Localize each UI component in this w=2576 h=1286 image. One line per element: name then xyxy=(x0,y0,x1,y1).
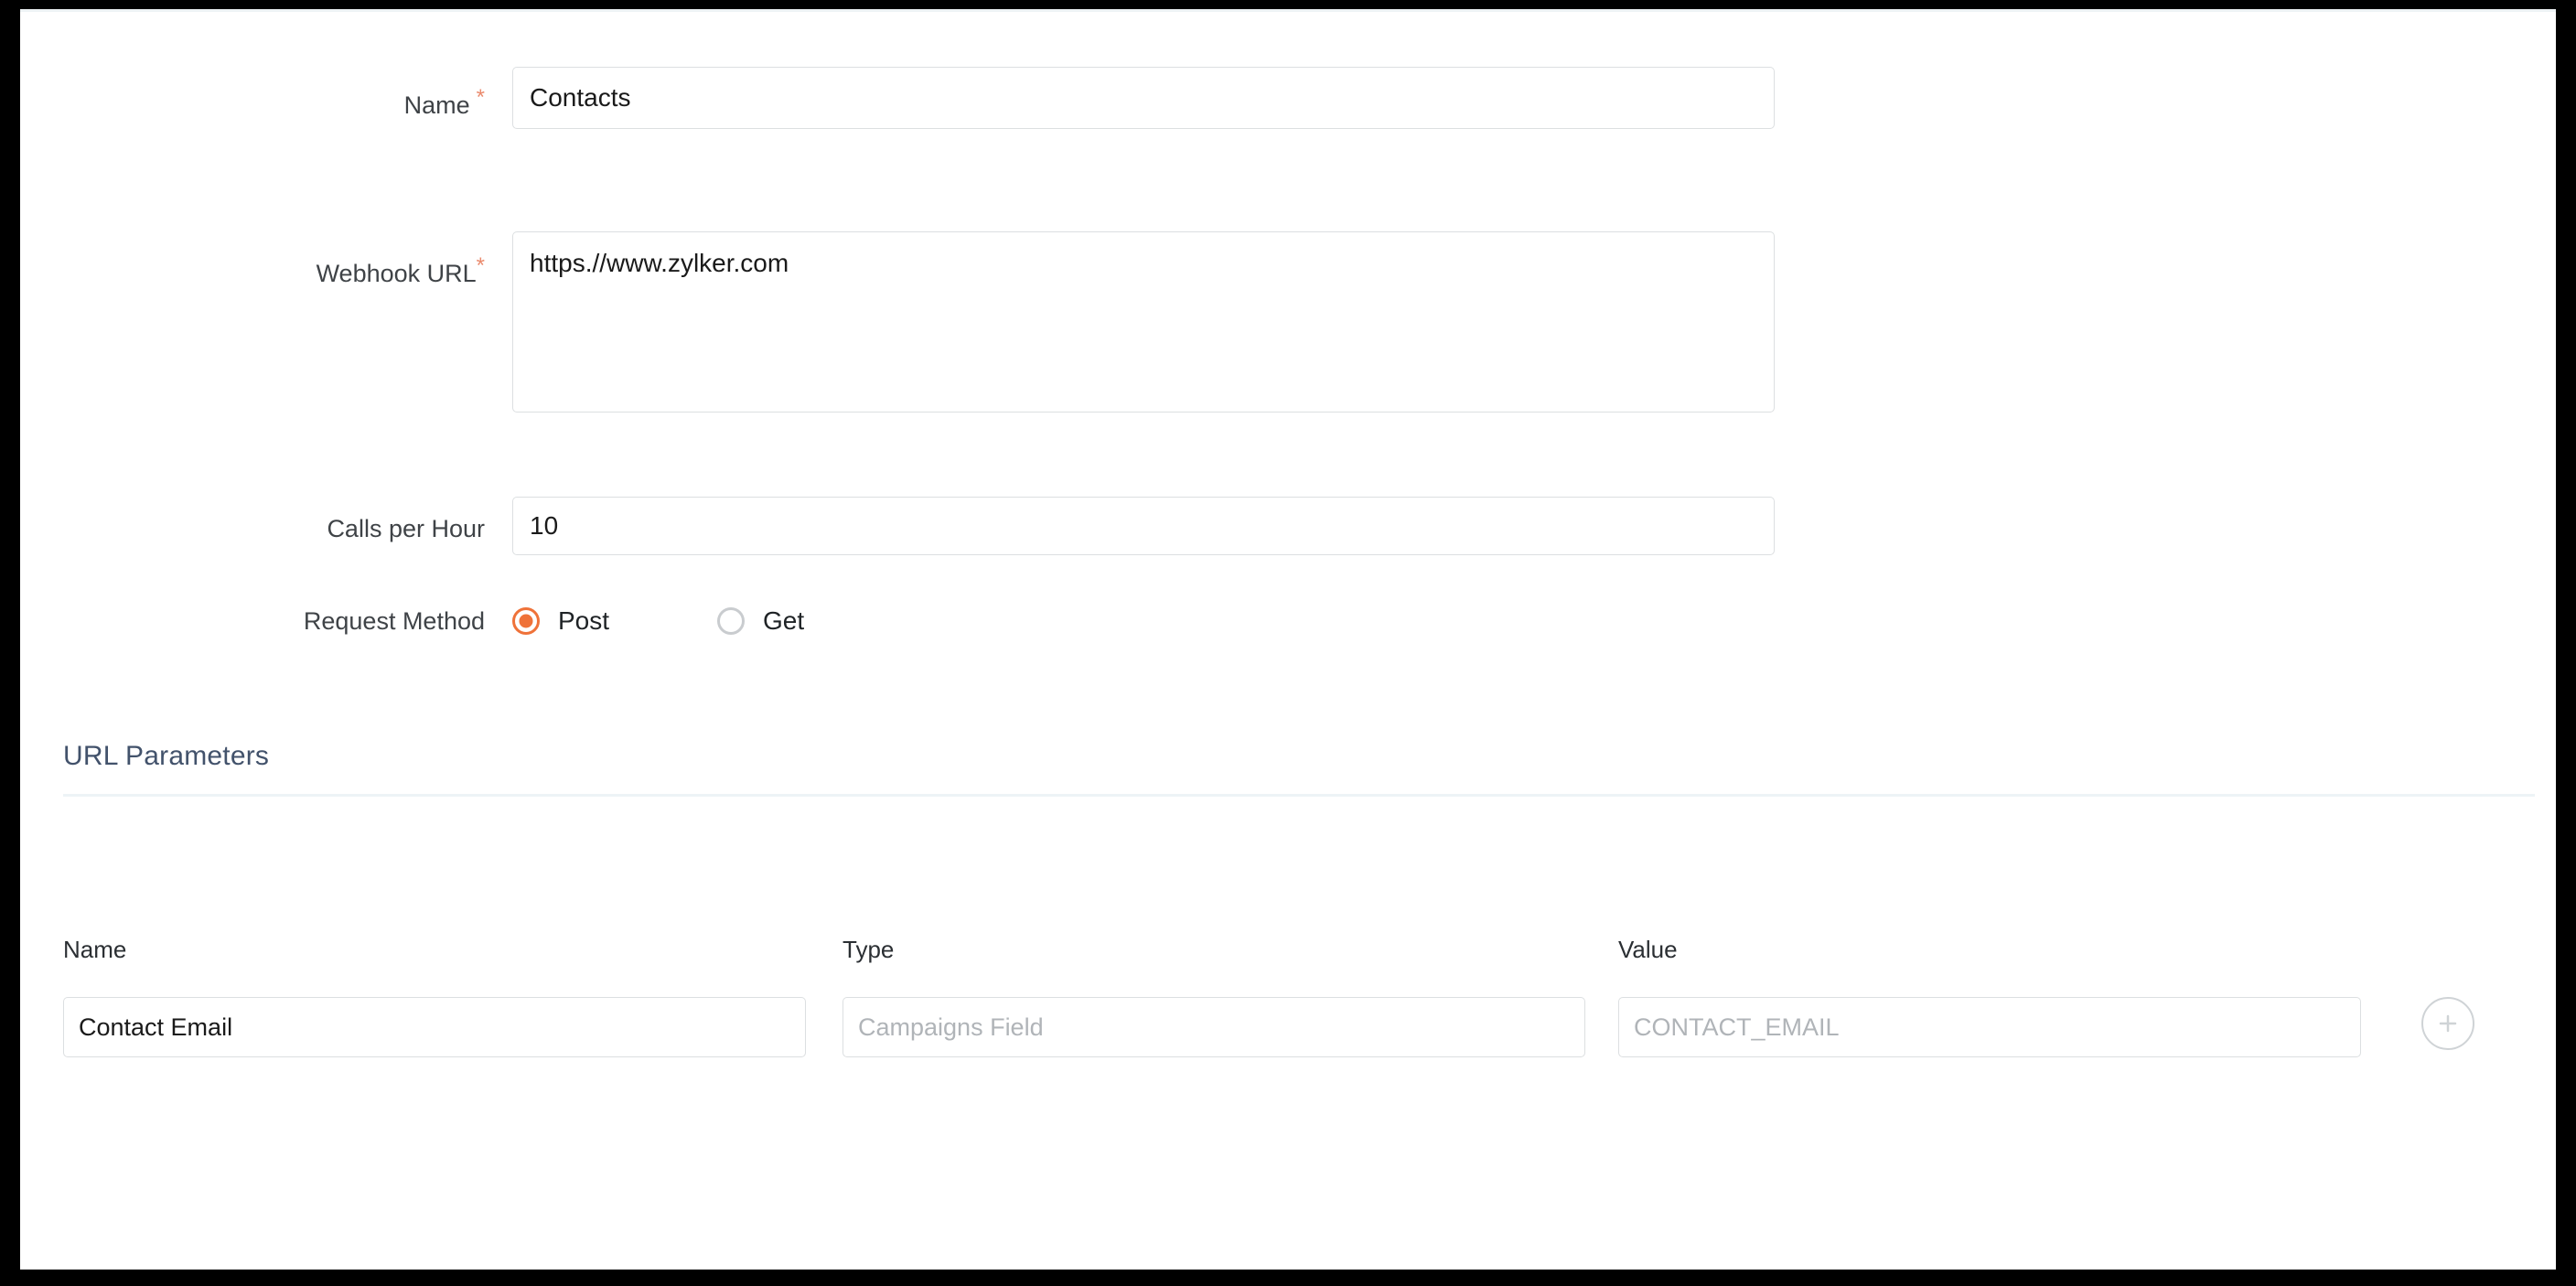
radio-label-post: Post xyxy=(558,606,610,635)
required-asterisk-icon: * xyxy=(476,85,485,110)
webhook-url-label-text: Webhook URL xyxy=(316,260,477,287)
radio-option-post[interactable]: Post xyxy=(512,606,609,636)
name-input[interactable] xyxy=(512,67,1775,129)
add-parameter-row-button[interactable] xyxy=(2421,997,2474,1050)
request-method-label: Request Method xyxy=(303,606,485,635)
name-field-row: Name * xyxy=(20,67,1776,129)
url-parameters-header-row: Name Type Value xyxy=(63,936,2535,972)
request-method-field-row: Request Method Post Get xyxy=(20,606,1776,636)
url-parameter-row xyxy=(63,997,2535,1061)
parameter-type-input[interactable] xyxy=(843,997,1585,1057)
webhook-url-field-row: Webhook URL* https.//www.zylker.com xyxy=(20,231,1776,413)
screen-frame: Name* Webhook URL* https.//www.zylker.co… xyxy=(0,0,2576,1286)
calls-per-hour-field-row: Calls per Hour xyxy=(20,497,1776,555)
radio-label-get: Get xyxy=(763,606,805,635)
webhook-url-textarea[interactable]: https.//www.zylker.com xyxy=(512,231,1775,413)
webhook-form-page: Name* Webhook URL* https.//www.zylker.co… xyxy=(20,9,2556,1270)
radio-unselected-icon[interactable] xyxy=(717,607,746,635)
radio-selected-icon[interactable] xyxy=(512,607,540,635)
parameter-name-input[interactable] xyxy=(63,997,806,1057)
column-header-type: Type xyxy=(843,936,895,963)
webhook-url-label: Webhook URL* xyxy=(20,231,485,286)
radio-option-get[interactable]: Get xyxy=(717,606,804,636)
url-parameters-section-title: URL Parameters xyxy=(63,741,270,771)
request-method-radio-group: Post Get xyxy=(512,606,804,636)
column-header-value: Value xyxy=(1618,936,1678,963)
plus-circle-icon xyxy=(2434,1010,2462,1037)
required-asterisk-icon: * xyxy=(476,253,485,278)
section-divider xyxy=(63,794,2535,797)
name-label: Name * xyxy=(20,67,485,118)
parameter-value-input[interactable] xyxy=(1618,997,2361,1057)
calls-per-hour-label: Calls per Hour xyxy=(327,515,485,542)
column-header-name: Name xyxy=(63,936,127,963)
url-parameters-table: Name Type Value Save Cancel xyxy=(63,936,2535,1061)
calls-per-hour-input[interactable] xyxy=(512,497,1775,555)
name-label-text: Name xyxy=(403,91,470,119)
